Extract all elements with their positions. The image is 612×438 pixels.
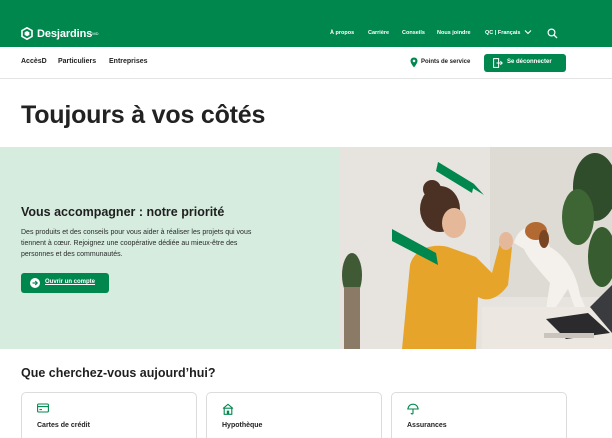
utility-nav: À propos Carrière Conseils Nous joindre … — [0, 30, 612, 40]
nav-particuliers[interactable]: Particuliers — [58, 58, 96, 65]
nav-accesd[interactable]: AccèsD — [21, 58, 47, 65]
card-mortgage[interactable]: Hypothèque — [206, 392, 382, 438]
logout-label: Se déconnecter — [507, 59, 552, 65]
nav-a-propos[interactable]: À propos — [330, 30, 354, 36]
open-account-label: Ouvrir un compte — [45, 279, 96, 285]
card-credit-cards[interactable]: Cartes de crédit — [21, 392, 197, 438]
open-account-button[interactable]: Ouvrir un compte — [21, 273, 109, 293]
house-icon — [222, 403, 234, 415]
card-label: Assurances — [407, 422, 447, 429]
map-pin-icon[interactable] — [410, 57, 418, 68]
points-de-service-link[interactable]: Points de service — [421, 59, 470, 65]
page-headline: Toujours à vos côtés — [21, 101, 266, 129]
logout-icon — [493, 58, 503, 68]
chevron-down-icon[interactable] — [524, 29, 532, 35]
nav-entreprises[interactable]: Entreprises — [109, 58, 148, 65]
hero-banner: Vous accompagner : notre priorité Des pr… — [0, 147, 612, 349]
hero-title: Vous accompagner : notre priorité — [21, 205, 225, 219]
logout-button[interactable]: Se déconnecter — [484, 54, 566, 72]
card-label: Cartes de crédit — [37, 422, 90, 429]
main-nav: AccèsD Particuliers Entreprises Points d… — [0, 47, 612, 79]
search-icon[interactable] — [547, 28, 558, 39]
card-label: Hypothèque — [222, 422, 263, 429]
language-selector[interactable]: QC | Français — [485, 30, 520, 36]
hero-description: Des produits et des conseils pour vous a… — [21, 229, 252, 258]
nav-carriere[interactable]: Carrière — [368, 30, 389, 36]
umbrella-icon — [407, 403, 419, 415]
nav-nous-joindre[interactable]: Nous joindre — [437, 30, 471, 36]
top-bar: Desjardins MD À propos Carrière Conseils … — [0, 0, 612, 47]
card-insurance[interactable]: Assurances — [391, 392, 567, 438]
nav-conseils[interactable]: Conseils — [402, 30, 425, 36]
arrow-right-circle-icon — [30, 278, 40, 288]
hero-text-panel: Vous accompagner : notre priorité Des pr… — [0, 147, 340, 349]
woman-high-five-dog-photo — [340, 147, 612, 349]
section-title: Que cherchez-vous aujourd’hui? — [21, 366, 216, 380]
credit-card-icon — [37, 403, 49, 413]
